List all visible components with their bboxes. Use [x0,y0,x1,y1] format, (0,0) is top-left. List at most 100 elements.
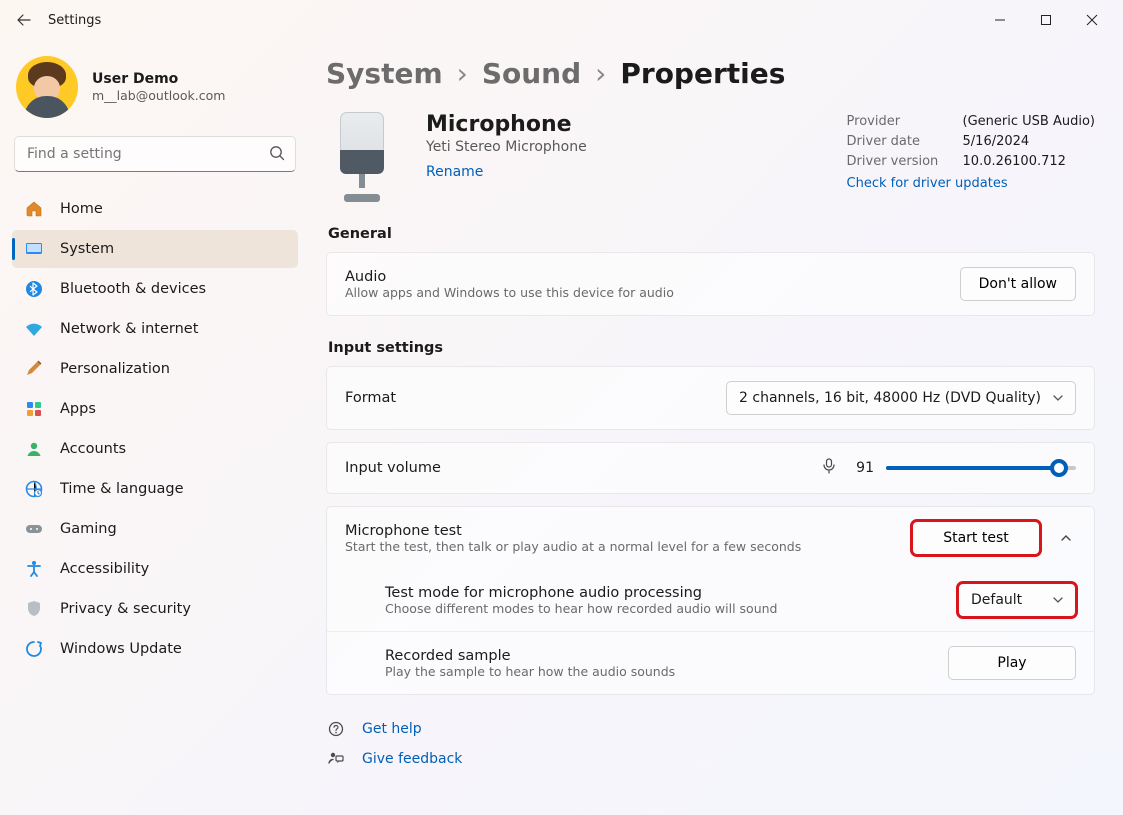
chevron-up-icon [1058,530,1074,546]
mic-test-row: Microphone test Start the test, then tal… [327,507,1094,569]
nav-accounts[interactable]: Accounts [12,430,298,468]
rename-link[interactable]: Rename [426,164,483,180]
general-section-title: General [328,226,1095,242]
breadcrumb: System › Sound › Properties [326,56,1095,92]
nav-label: Apps [60,401,96,417]
person-icon [24,439,44,459]
gamepad-icon [24,519,44,539]
minimize-icon [994,14,1006,26]
crumb-sound[interactable]: Sound [482,56,581,92]
chevron-right-icon: › [457,56,468,92]
nav-accessibility[interactable]: Accessibility [12,550,298,588]
microphone-illustration [326,112,398,202]
driver-info: Provider(Generic USB Audio) Driver date5… [847,112,1095,191]
nav-apps[interactable]: Apps [12,390,298,428]
nav-label: Windows Update [60,641,182,657]
test-mode-value: Default [971,592,1022,608]
nav-label: Gaming [60,521,117,537]
give-feedback-link[interactable]: Give feedback [326,749,1095,769]
nav-label: Personalization [60,361,170,377]
chevron-right-icon: › [595,56,606,92]
close-button[interactable] [1069,4,1115,36]
nav-network[interactable]: Network & internet [12,310,298,348]
volume-value: 91 [850,460,874,476]
nav-update[interactable]: Windows Update [12,630,298,668]
recorded-sample-row: Recorded sample Play the sample to hear … [327,631,1094,694]
driver-date-value: 5/16/2024 [963,132,1030,152]
brush-icon [24,359,44,379]
test-mode-title: Test mode for microphone audio processin… [385,585,942,601]
maximize-button[interactable] [1023,4,1069,36]
input-section-title: Input settings [328,340,1095,356]
nav-home[interactable]: Home [12,190,298,228]
user-name: User Demo [92,70,225,88]
footer-links: Get help Give feedback [326,719,1095,775]
format-card: Format 2 channels, 16 bit, 48000 Hz (DVD… [326,366,1095,430]
sample-title: Recorded sample [385,648,932,664]
play-button[interactable]: Play [948,646,1076,680]
accessibility-icon [24,559,44,579]
crumb-system[interactable]: System [326,56,443,92]
nav-time[interactable]: Time & language [12,470,298,508]
user-block[interactable]: User Demo m__lab@outlook.com [12,48,298,132]
check-updates-link[interactable]: Check for driver updates [847,176,1008,191]
search-input[interactable] [14,136,296,172]
volume-card: Input volume 91 [326,442,1095,494]
sample-subtitle: Play the sample to hear how the audio so… [385,664,932,679]
format-value: 2 channels, 16 bit, 48000 Hz (DVD Qualit… [739,390,1041,406]
device-title: Microphone [426,112,587,137]
user-email: m__lab@outlook.com [92,88,225,104]
collapse-button[interactable] [1056,528,1076,548]
home-icon [24,199,44,219]
system-icon [24,239,44,259]
nav-label: Time & language [60,481,184,497]
minimize-button[interactable] [977,4,1023,36]
mic-test-subtitle: Start the test, then talk or play audio … [345,539,896,554]
volume-row: Input volume 91 [327,443,1094,493]
globe-clock-icon [24,479,44,499]
chevron-down-icon [1051,593,1065,611]
nav-label: Accessibility [60,561,149,577]
audio-title: Audio [345,269,944,285]
search-icon [268,144,286,166]
nav-label: Accounts [60,441,126,457]
get-help-link[interactable]: Get help [326,719,1095,739]
nav-label: Privacy & security [60,601,191,617]
search-box [14,136,296,172]
dont-allow-button[interactable]: Don't allow [960,267,1076,301]
microphone-icon [820,457,838,479]
nav-label: System [60,241,114,257]
volume-label: Input volume [345,460,804,476]
back-button[interactable] [8,4,40,36]
update-icon [24,639,44,659]
close-icon [1086,14,1098,26]
window-title: Settings [48,13,101,28]
nav-list: Home System Bluetooth & devices Network … [12,190,298,668]
driver-date-label: Driver date [847,132,941,152]
mic-test-title: Microphone test [345,523,896,539]
test-mode-subtitle: Choose different modes to hear how recor… [385,601,942,616]
main-content: System › Sound › Properties Microphone Y… [310,40,1123,815]
test-mode-select[interactable]: Default [958,583,1076,617]
nav-personalization[interactable]: Personalization [12,350,298,388]
start-test-button[interactable]: Start test [912,521,1040,555]
help-icon [326,719,346,739]
chevron-down-icon [1051,391,1065,409]
nav-gaming[interactable]: Gaming [12,510,298,548]
device-subtitle: Yeti Stereo Microphone [426,139,587,155]
driver-version-value: 10.0.26100.712 [963,152,1066,172]
wifi-icon [24,319,44,339]
nav-privacy[interactable]: Privacy & security [12,590,298,628]
feedback-icon [326,749,346,769]
nav-system[interactable]: System [12,230,298,268]
audio-subtitle: Allow apps and Windows to use this devic… [345,285,944,300]
audio-row: Audio Allow apps and Windows to use this… [327,253,1094,315]
nav-bluetooth[interactable]: Bluetooth & devices [12,270,298,308]
volume-slider[interactable] [886,466,1076,470]
crumb-properties: Properties [620,56,785,92]
format-row: Format 2 channels, 16 bit, 48000 Hz (DVD… [327,367,1094,429]
bluetooth-icon [24,279,44,299]
driver-version-label: Driver version [847,152,941,172]
nav-label: Home [60,201,103,217]
format-select[interactable]: 2 channels, 16 bit, 48000 Hz (DVD Qualit… [726,381,1076,415]
